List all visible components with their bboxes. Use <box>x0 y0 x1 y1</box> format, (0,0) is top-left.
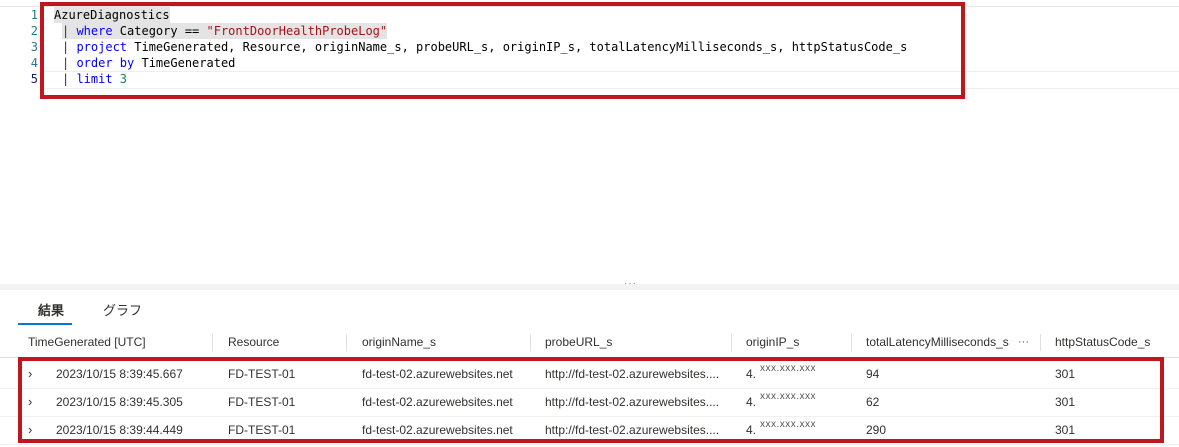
tab-chart[interactable]: グラフ <box>103 300 142 319</box>
column-header-probe-url[interactable]: probeURL_s <box>545 328 612 357</box>
results-annotation-box <box>18 357 1164 443</box>
column-header-origin-ip[interactable]: originIP_s <box>746 328 799 357</box>
column-resize-handle[interactable] <box>731 334 732 351</box>
splitter-handle-icon[interactable]: ··· <box>624 278 637 289</box>
line-number: 5 <box>30 72 38 86</box>
tab-results[interactable]: 結果 <box>38 300 64 319</box>
column-header-resource[interactable]: Resource <box>228 328 279 357</box>
column-resize-handle[interactable] <box>1040 334 1041 351</box>
column-header-origin-name[interactable]: originName_s <box>362 328 436 357</box>
column-resize-handle[interactable] <box>346 334 347 351</box>
query-annotation-box <box>40 2 965 99</box>
column-resize-handle[interactable] <box>851 334 852 351</box>
query-editor[interactable]: 1 2 3 4 5 AzureDiagnostics | where Categ… <box>0 0 1179 284</box>
line-number: 3 <box>30 40 38 54</box>
column-resize-handle[interactable] <box>530 334 531 351</box>
line-number: 1 <box>30 8 38 22</box>
column-menu-icon[interactable]: ··· <box>1018 336 1029 348</box>
line-number: 2 <box>30 24 38 38</box>
active-tab-indicator <box>18 323 72 325</box>
result-tabs: 結果 グラフ <box>0 290 1179 328</box>
column-header-latency[interactable]: totalLatencyMilliseconds_s <box>866 328 1009 357</box>
grid-header: TimeGenerated [UTC] Resource originName_… <box>0 328 1179 358</box>
column-header-time[interactable]: TimeGenerated [UTC] <box>28 328 146 357</box>
column-resize-handle[interactable] <box>212 334 213 351</box>
line-number: 4 <box>30 56 38 70</box>
column-header-status[interactable]: httpStatusCode_s <box>1055 328 1150 357</box>
